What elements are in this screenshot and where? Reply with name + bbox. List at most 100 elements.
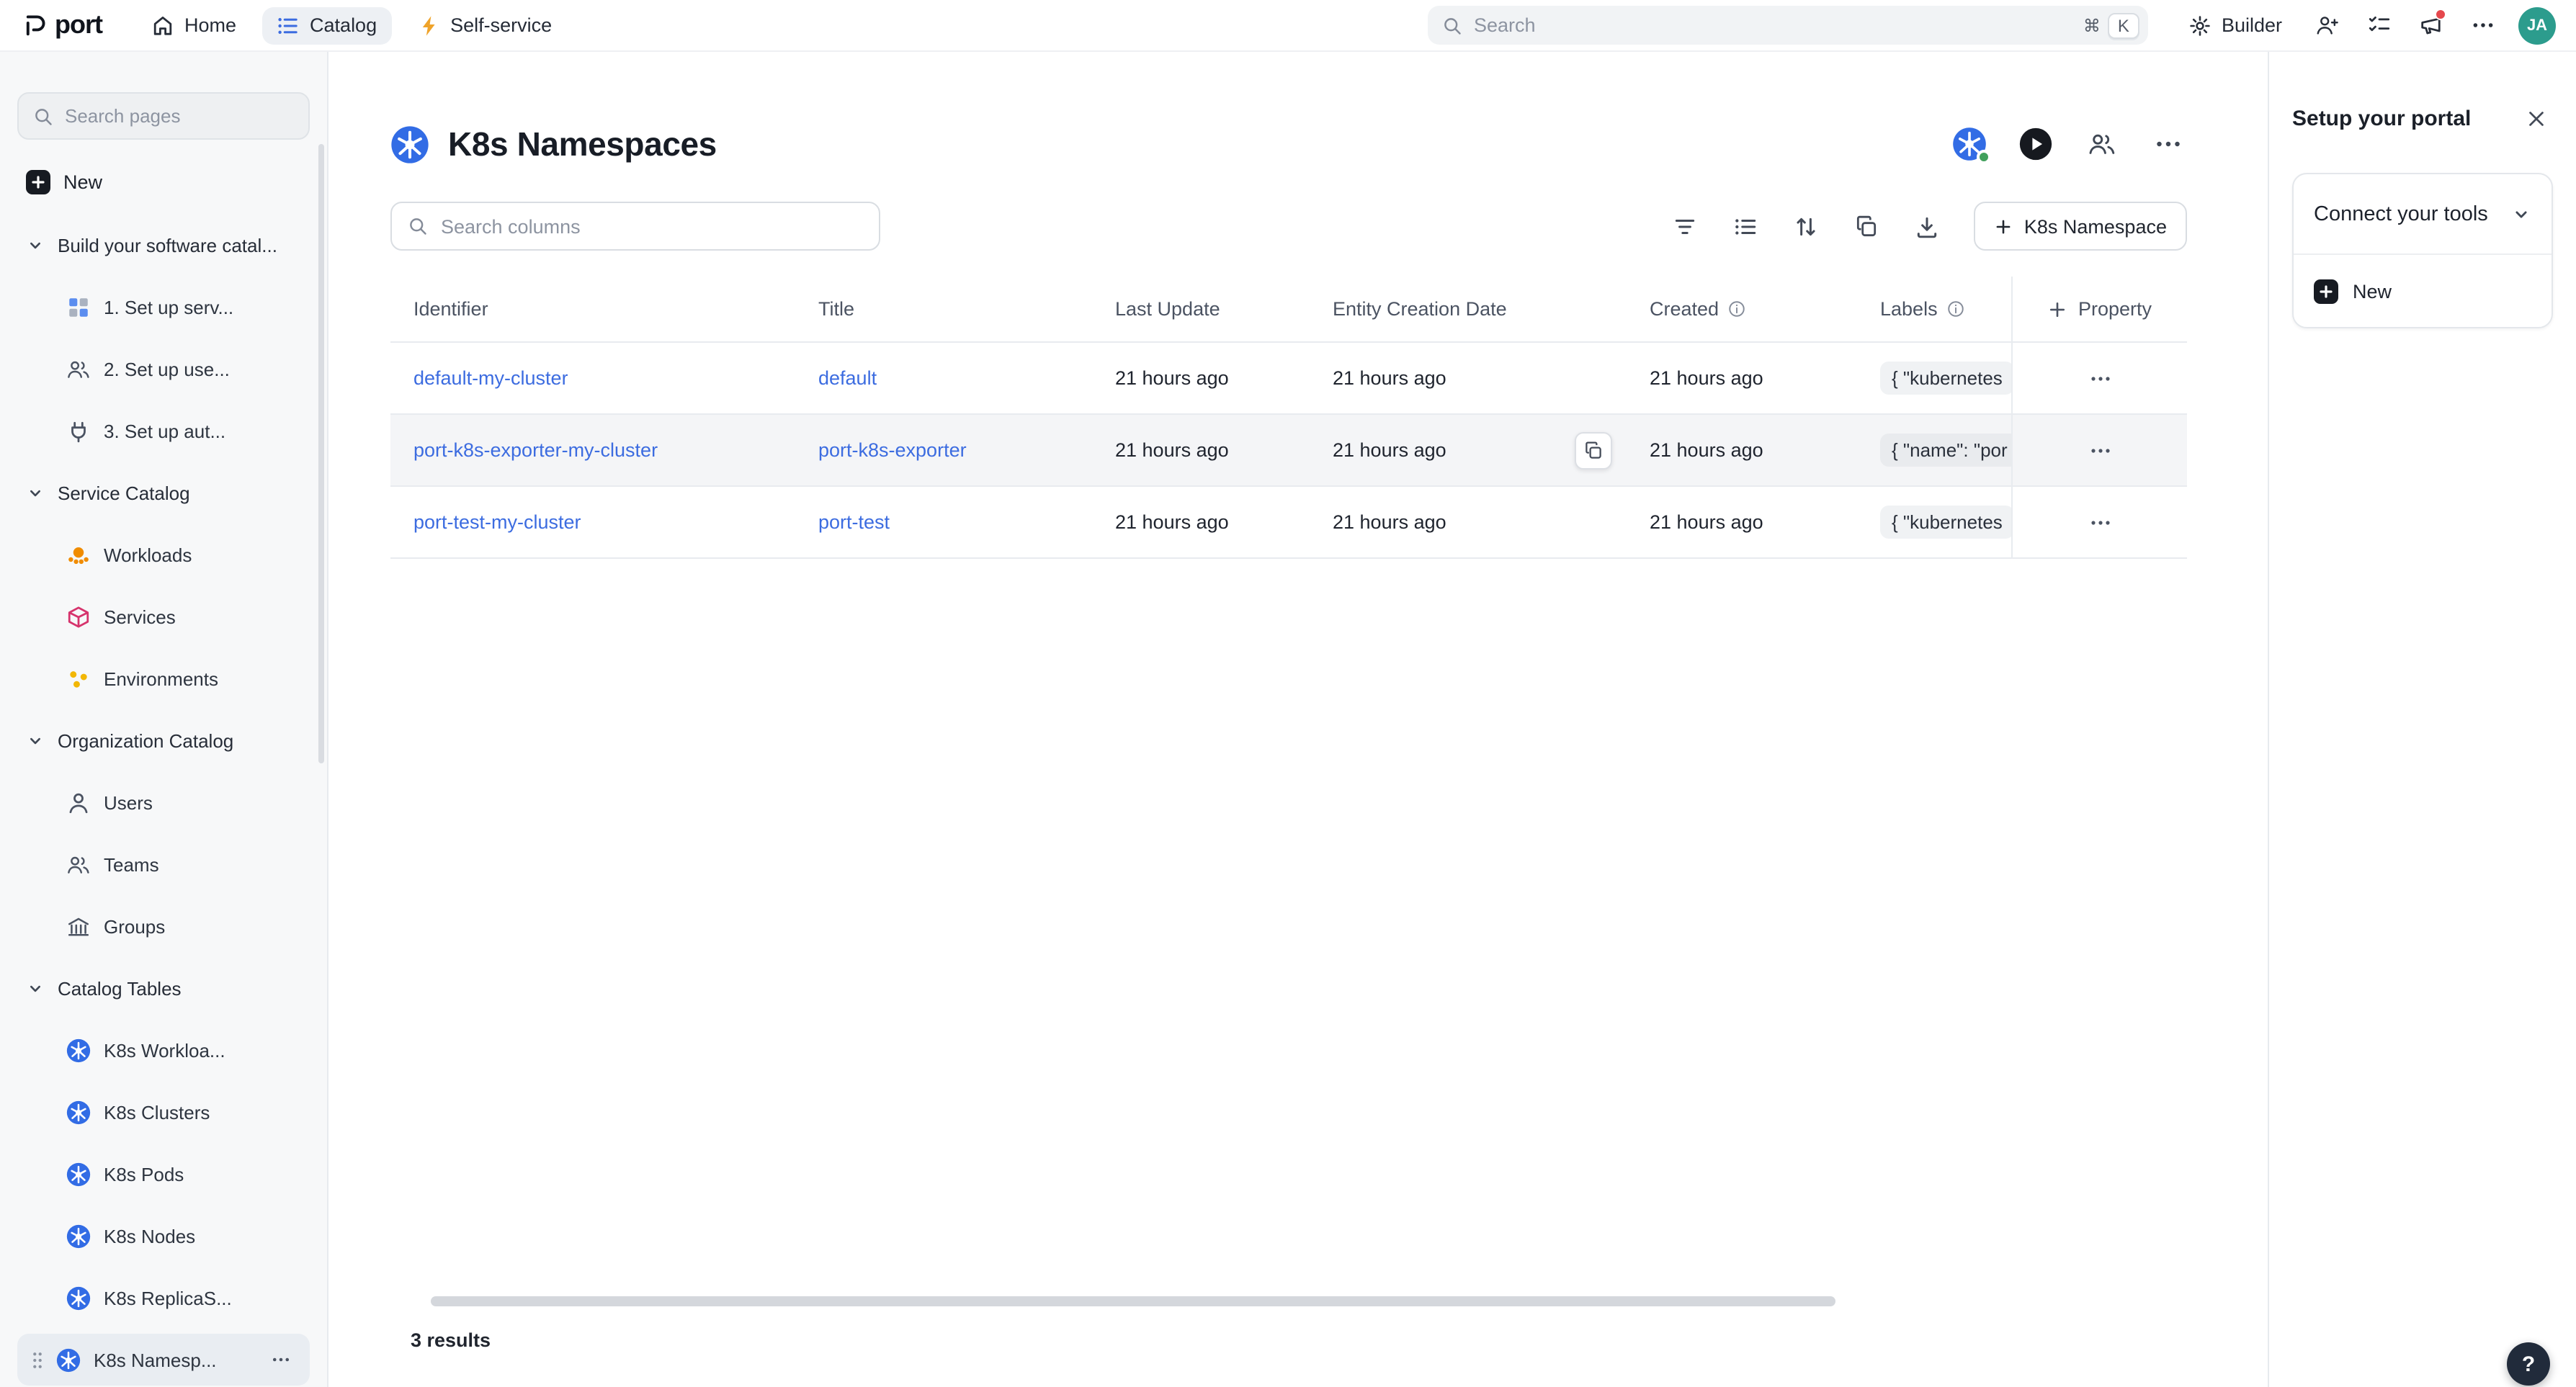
search-icon — [408, 216, 428, 236]
sidebar-item-workloads[interactable]: Workloads — [17, 529, 310, 580]
sidebar-item-teams[interactable]: Teams — [17, 838, 310, 890]
export-button[interactable] — [1905, 203, 1951, 249]
command-key-icon: ⌘ — [2083, 15, 2101, 35]
sidebar-item-users[interactable]: Users — [17, 776, 310, 828]
filter-button[interactable] — [1663, 203, 1709, 249]
drag-handle-icon[interactable] — [32, 1350, 43, 1369]
sidebar-group-organization-catalog[interactable]: Organization Catalog — [17, 714, 310, 766]
close-icon — [2525, 107, 2546, 129]
user-avatar[interactable]: JA — [2518, 6, 2556, 44]
entity-title-link[interactable]: port-test — [818, 511, 890, 533]
info-icon[interactable] — [1946, 300, 1965, 318]
sidebar-new-button[interactable]: New — [17, 166, 111, 199]
page-more-button[interactable] — [2150, 125, 2187, 163]
search-columns[interactable] — [390, 202, 880, 251]
search-columns-input[interactable] — [441, 215, 863, 237]
sidebar-search[interactable] — [17, 92, 310, 140]
sidebar-item-k8s-pods[interactable]: K8s Pods — [17, 1148, 310, 1200]
run-button[interactable] — [2017, 125, 2054, 163]
plus-icon — [1994, 217, 2013, 235]
sidebar-item-services[interactable]: Services — [17, 591, 310, 642]
catalog-icon — [277, 14, 300, 37]
row-more-button[interactable] — [2080, 502, 2120, 542]
k8s-exporter-status-button[interactable] — [1951, 125, 1988, 163]
labels-value[interactable]: { "kubernetes — [1880, 506, 2011, 539]
group-by-button[interactable] — [1844, 203, 1890, 249]
sidebar-item-k8s-workloads[interactable]: K8s Workloa... — [17, 1024, 310, 1076]
nav-home[interactable]: Home — [137, 6, 251, 44]
filter-icon — [1673, 214, 1698, 238]
invite-users-button[interactable] — [2305, 4, 2348, 47]
close-setup-panel-button[interactable] — [2518, 101, 2553, 135]
nav-self-service[interactable]: Self-service — [403, 6, 566, 44]
sidebar-item-k8s-clusters[interactable]: K8s Clusters — [17, 1086, 310, 1138]
global-search[interactable]: ⌘ K — [1428, 6, 2148, 45]
table-row[interactable]: port-test-my-cluster port-test 21 hours … — [390, 487, 2187, 559]
labels-value[interactable]: { "name": "por — [1880, 434, 2011, 467]
announcements-button[interactable] — [2409, 4, 2452, 47]
help-button[interactable]: ? — [2507, 1342, 2550, 1386]
play-icon — [2018, 127, 2053, 161]
table-toolbar — [1663, 203, 1951, 249]
port-logo[interactable]: port — [23, 10, 102, 40]
sort-button[interactable] — [1784, 203, 1830, 249]
top-navbar: port Home Catalog Self-service — [0, 0, 2576, 52]
labels-value[interactable]: { "kubernetes — [1880, 362, 2011, 395]
sidebar-search-input[interactable] — [65, 105, 294, 127]
column-header-created[interactable]: Created — [1627, 277, 1857, 341]
sidebar-item-set-up-users[interactable]: 2. Set up use... — [17, 343, 310, 395]
table-row[interactable]: port-k8s-exporter-my-cluster port-k8s-ex… — [390, 415, 2187, 487]
sidebar-item-groups[interactable]: Groups — [17, 900, 310, 952]
sidebar-item-environments[interactable]: Environments — [17, 652, 310, 704]
sidebar-scrollbar[interactable] — [318, 144, 324, 763]
entity-title-link[interactable]: default — [818, 367, 877, 389]
row-more-button[interactable] — [2080, 430, 2120, 470]
manage-permissions-button[interactable] — [2083, 125, 2121, 163]
add-k8s-namespace-button[interactable]: K8s Namespace — [1974, 202, 2187, 251]
connect-your-tools-item[interactable]: Connect your tools — [2294, 174, 2552, 255]
column-header-entity-creation-date[interactable]: Entity Creation Date — [1310, 277, 1627, 341]
column-header-last-update[interactable]: Last Update — [1092, 277, 1310, 341]
download-icon — [1915, 214, 1940, 238]
column-header-labels[interactable]: Labels — [1857, 277, 2011, 341]
horizontal-scrollbar[interactable] — [431, 1296, 1835, 1306]
setup-new-button[interactable]: New — [2294, 255, 2552, 327]
sidebar-item-set-up-automations[interactable]: 3. Set up aut... — [17, 405, 310, 457]
copy-value-button[interactable] — [1575, 431, 1612, 469]
sidebar-item-k8s-replicasets[interactable]: K8s ReplicaS... — [17, 1272, 310, 1324]
plus-square-icon — [26, 170, 50, 194]
table-row[interactable]: default-my-cluster default 21 hours ago … — [390, 343, 2187, 415]
builder-button[interactable]: Builder — [2174, 6, 2297, 44]
sidebar-group-catalog-tables[interactable]: Catalog Tables — [17, 962, 310, 1014]
home-icon — [151, 14, 174, 37]
copy-icon — [1583, 440, 1604, 460]
entity-identifier-link[interactable]: port-test-my-cluster — [413, 511, 581, 533]
global-search-input[interactable] — [1474, 14, 2072, 36]
created-value: 21 hours ago — [1650, 511, 1763, 533]
sidebar-item-k8s-namespaces[interactable]: K8s Namesp... — [17, 1334, 310, 1386]
sidebar-item-k8s-nodes[interactable]: K8s Nodes — [17, 1210, 310, 1262]
row-height-button[interactable] — [1723, 203, 1769, 249]
column-header-identifier[interactable]: Identifier — [390, 277, 795, 341]
sidebar-group-build-software-catalog[interactable]: Build your software catal... — [17, 219, 310, 271]
checklist-button[interactable] — [2357, 4, 2400, 47]
navbar-more-button[interactable] — [2461, 4, 2504, 47]
entity-identifier-link[interactable]: port-k8s-exporter-my-cluster — [413, 439, 658, 461]
column-header-title[interactable]: Title — [795, 277, 1092, 341]
copy-icon — [1855, 214, 1879, 238]
add-property-button[interactable]: Property — [2011, 277, 2187, 341]
entity-title-link[interactable]: port-k8s-exporter — [818, 439, 967, 461]
info-icon[interactable] — [1727, 300, 1746, 318]
checklist-icon — [2366, 13, 2391, 37]
sidebar-item-more-button[interactable] — [264, 1342, 298, 1377]
sidebar-group-service-catalog[interactable]: Service Catalog — [17, 467, 310, 519]
results-count: 3 results — [411, 1329, 491, 1351]
nav-catalog[interactable]: Catalog — [262, 6, 391, 44]
row-more-button[interactable] — [2080, 358, 2120, 398]
k-key: K — [2108, 12, 2139, 38]
row-height-icon — [1734, 214, 1758, 238]
entity-identifier-link[interactable]: default-my-cluster — [413, 367, 568, 389]
people-icon — [2088, 130, 2116, 158]
sidebar-item-set-up-services[interactable]: 1. Set up serv... — [17, 281, 310, 333]
ellipsis-icon — [2088, 367, 2111, 390]
